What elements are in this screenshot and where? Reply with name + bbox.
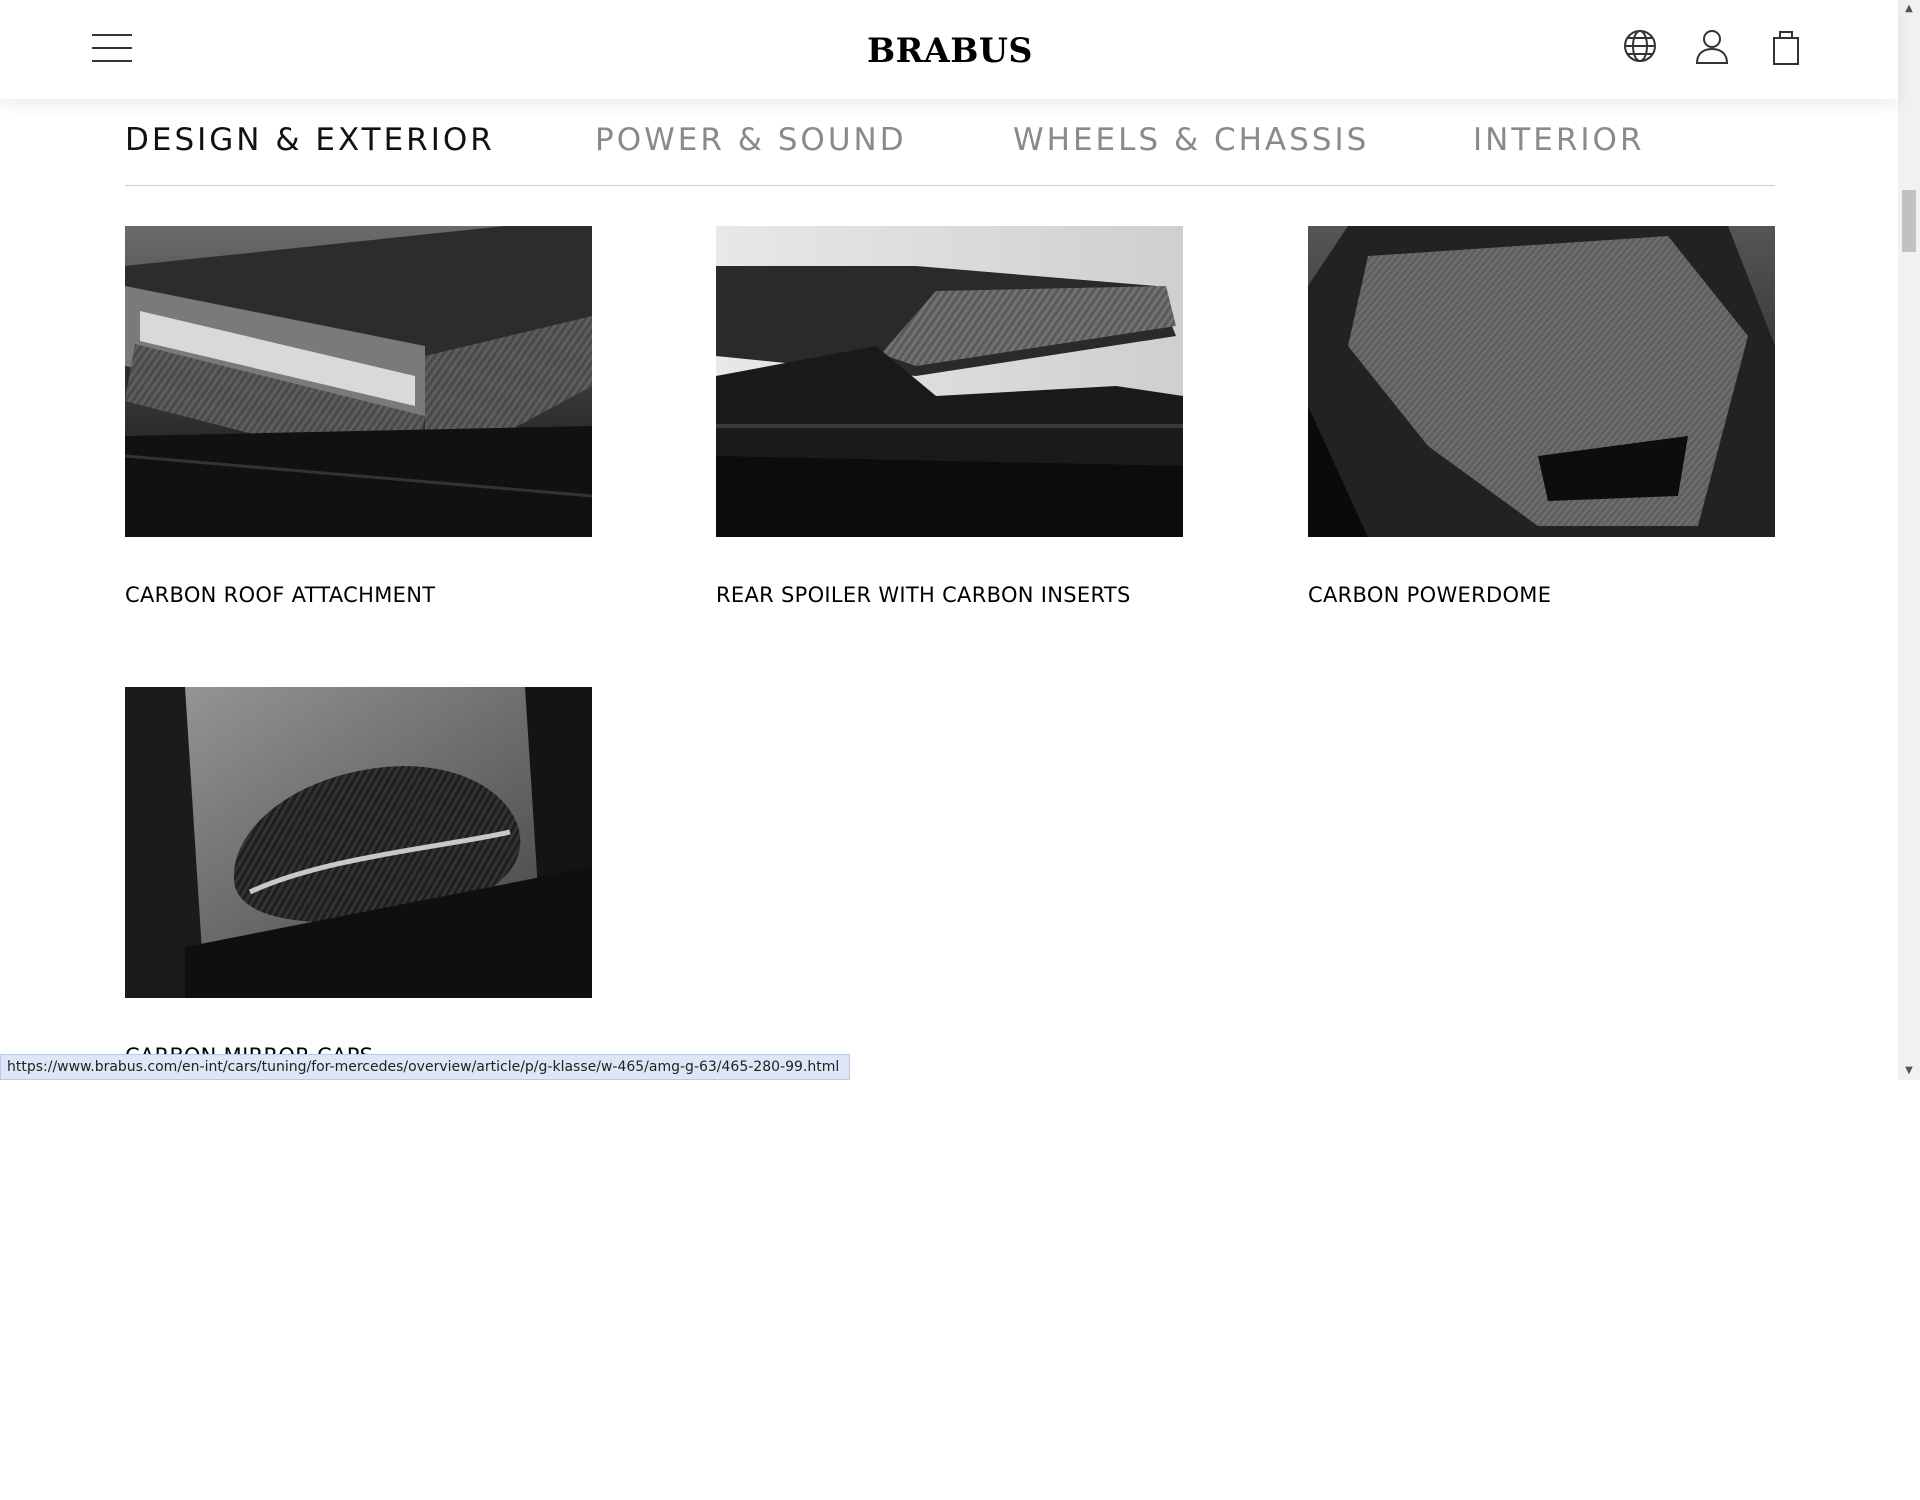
vertical-scrollbar[interactable]: ▲ ▼	[1898, 0, 1920, 1080]
globe-icon[interactable]	[1620, 26, 1660, 66]
browser-viewport: BRABUS DESIGN & EXTERIOR POWER & SOUND W…	[0, 0, 1920, 1080]
product-image-carbon-mirror-caps[interactable]	[125, 687, 592, 998]
user-icon[interactable]	[1692, 26, 1732, 66]
product-image-rear-spoiler[interactable]	[716, 226, 1183, 537]
product-card[interactable]: CARBON MIRROR CAPS	[125, 687, 592, 1068]
product-title[interactable]: CARBON POWERDOME	[1308, 583, 1775, 607]
tab-interior[interactable]: INTERIOR	[1473, 122, 1644, 158]
scroll-thumb[interactable]	[1902, 190, 1916, 252]
product-title[interactable]: REAR SPOILER WITH CARBON INSERTS	[716, 583, 1183, 607]
product-card[interactable]: CARBON POWERDOME	[1308, 226, 1775, 607]
shopping-bag-icon[interactable]	[1766, 26, 1806, 66]
product-card[interactable]: CARBON ROOF ATTACHMENT	[125, 226, 592, 607]
tab-power-sound[interactable]: POWER & SOUND	[595, 122, 907, 158]
product-image-carbon-powerdome[interactable]	[1308, 226, 1775, 537]
scroll-up-arrow-icon[interactable]: ▲	[1898, 0, 1920, 18]
tab-wheels-chassis[interactable]: WHEELS & CHASSIS	[1013, 122, 1369, 158]
product-title[interactable]: CARBON ROOF ATTACHMENT	[125, 583, 592, 607]
tab-design-exterior[interactable]: DESIGN & EXTERIOR	[125, 122, 495, 158]
brabus-logo[interactable]: BRABUS	[866, 30, 1035, 72]
link-status-bar: https://www.brabus.com/en-int/cars/tunin…	[0, 1054, 851, 1080]
site-header: BRABUS	[0, 0, 1898, 99]
product-image-carbon-roof[interactable]	[125, 226, 592, 537]
category-tabs: DESIGN & EXTERIOR POWER & SOUND WHEELS &…	[125, 110, 1775, 186]
hamburger-menu-icon[interactable]	[92, 32, 132, 64]
product-card[interactable]: REAR SPOILER WITH CARBON INSERTS	[716, 226, 1183, 607]
scroll-down-arrow-icon[interactable]: ▼	[1898, 1062, 1920, 1080]
